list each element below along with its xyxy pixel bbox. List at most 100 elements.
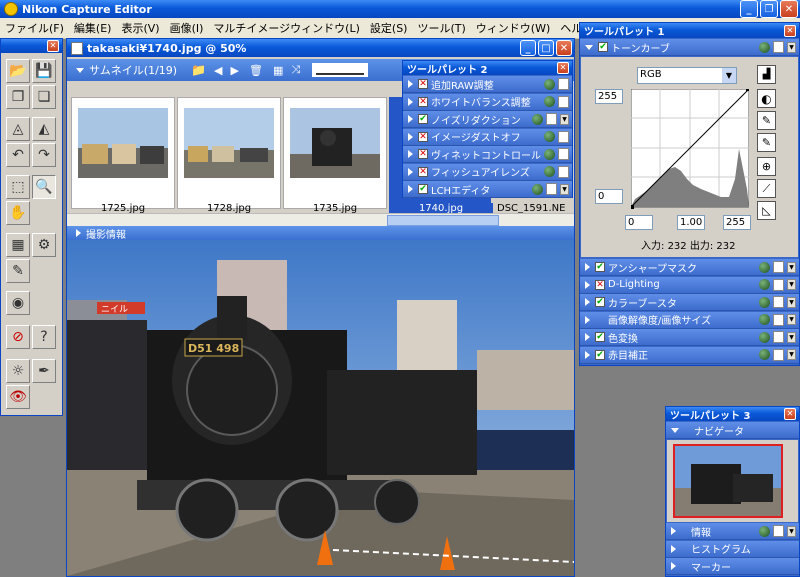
contrast-icon[interactable]: ◐	[757, 89, 776, 108]
disabled-checkbox[interactable]: ✕	[418, 166, 428, 177]
output-max-field[interactable]: 255	[595, 89, 623, 104]
camera-settings-icon[interactable]: ⚙	[32, 233, 56, 257]
settings-page-icon[interactable]	[773, 278, 784, 291]
palette-2-item[interactable]: ✕ イメージダストオフ	[403, 128, 572, 146]
reset-curve-icon[interactable]: ◺	[757, 201, 776, 220]
input-white-field[interactable]: 255	[723, 215, 751, 230]
next-image-icon[interactable]: ▶	[231, 64, 239, 77]
grid-view-icon[interactable]: ▦	[273, 64, 283, 77]
tool-window-close-button[interactable]: ✕	[47, 40, 59, 52]
doc-maximize-button[interactable]: □	[538, 40, 554, 56]
shuffle-icon[interactable]: ⤨	[291, 63, 300, 77]
rotate-right-icon[interactable]: ↷	[32, 143, 56, 167]
gray-eyedropper-icon[interactable]: ✎	[757, 133, 776, 152]
settings-page-icon[interactable]	[558, 130, 569, 143]
thumbnail-collapse-icon[interactable]	[76, 67, 84, 73]
dropdown-arrow-icon[interactable]: ▼	[787, 314, 796, 325]
tone-curve-checkbox[interactable]: ✔	[598, 42, 608, 52]
disabled-checkbox[interactable]: ✕	[595, 279, 605, 290]
no-entry-icon[interactable]: ⊘	[6, 325, 30, 349]
settings-page-icon[interactable]	[773, 41, 784, 53]
open-folder-icon[interactable]: 📂	[6, 59, 30, 83]
close-button[interactable]: ✕	[780, 0, 798, 18]
hand-icon[interactable]: ✋	[6, 201, 30, 225]
flip-vertical-icon[interactable]: ◭	[32, 117, 56, 141]
zoom-icon[interactable]: 🔍	[32, 175, 56, 199]
settings-page-icon[interactable]	[773, 313, 784, 326]
minimize-button[interactable]: _	[740, 0, 758, 18]
thumbnail-scrollbar[interactable]	[67, 213, 574, 226]
palette-2-item[interactable]: ✕ ホワイトバランス調整	[403, 93, 572, 111]
flip-horizontal-icon[interactable]: ◬	[6, 117, 30, 141]
menu-window[interactable]: ウィンドウ(W)	[471, 20, 555, 36]
chevron-down-icon[interactable]: ▼	[722, 68, 736, 83]
add-point-icon[interactable]: ⊕	[757, 157, 776, 176]
palette-1-item[interactable]: ✔ カラーブースタ ▼	[580, 294, 799, 311]
dropdown-arrow-icon[interactable]: ▼	[787, 279, 796, 290]
restore-button[interactable]: ❐	[760, 0, 778, 18]
menu-image[interactable]: 画像(I)	[165, 20, 209, 36]
settings-page-icon[interactable]	[558, 95, 569, 108]
enable-checkbox[interactable]: ✔	[595, 262, 605, 272]
dropdown-arrow-icon[interactable]: ▼	[787, 331, 796, 343]
palette-2-item[interactable]: ✕ ヴィネットコントロール	[403, 146, 572, 163]
settings-page-icon[interactable]	[773, 525, 784, 537]
trash-icon[interactable]: 🗑	[249, 64, 263, 77]
settings-page-icon[interactable]	[558, 148, 569, 160]
dropdown-arrow-icon[interactable]: ▼	[787, 349, 796, 360]
enable-checkbox[interactable]: ✔	[595, 332, 605, 342]
channel-select[interactable]: RGB ▼	[637, 67, 737, 84]
thumbnail-1725[interactable]	[71, 97, 175, 209]
palette-3-item[interactable]: 情報 ▼	[666, 523, 799, 540]
settings-page-icon[interactable]	[558, 165, 569, 178]
menu-settings[interactable]: 設定(S)	[365, 20, 413, 36]
navigator-header[interactable]: ナビゲータ	[666, 422, 799, 439]
thumbnail-size-slider[interactable]	[312, 63, 369, 77]
gamma-field[interactable]: 1.00	[677, 215, 705, 230]
red-eye-icon[interactable]: 👁	[6, 385, 30, 409]
menu-file[interactable]: ファイル(F)	[0, 20, 69, 36]
palette-1-item[interactable]: ✔ 赤目補正 ▼	[580, 346, 799, 364]
disabled-checkbox[interactable]: ✕	[418, 79, 428, 89]
help-question-icon[interactable]: ?	[32, 325, 56, 349]
output-min-field[interactable]: 0	[595, 189, 623, 204]
tone-curve-graph[interactable]	[631, 89, 749, 209]
linear-curve-icon[interactable]: ⟋	[757, 179, 776, 198]
settings-page-icon[interactable]	[773, 296, 784, 308]
menu-multi-image-window[interactable]: マルチイメージウィンドウ(L)	[208, 20, 365, 36]
black-eyedropper-icon[interactable]: ✎	[757, 111, 776, 130]
previous-image-icon[interactable]: ◀	[214, 64, 222, 77]
palette-2-close-button[interactable]: ✕	[557, 62, 569, 74]
dropdown-arrow-icon[interactable]: ▼	[787, 296, 796, 308]
dropdown-arrow-icon[interactable]: ▼	[560, 113, 569, 125]
thumbnail-1728[interactable]	[177, 97, 281, 209]
copy-icon[interactable]: ❐	[6, 85, 30, 109]
dropdown-arrow-icon[interactable]: ▼	[560, 183, 569, 195]
filmstrip-icon[interactable]: ▦	[6, 233, 30, 257]
color-picker-icon[interactable]: ✒	[32, 359, 56, 383]
settings-page-icon[interactable]	[773, 331, 784, 343]
palette-3-item[interactable]: マーカー	[666, 558, 799, 575]
palette-2-item[interactable]: ✕ フィッシュアイレンズ	[403, 163, 572, 181]
eye-display-icon[interactable]: ◉	[6, 291, 30, 315]
tone-curve-header[interactable]: ✔ トーンカーブ ▼	[580, 39, 799, 56]
menu-tools[interactable]: ツール(T)	[412, 20, 470, 36]
open-folder-icon[interactable]: 📁	[191, 63, 206, 77]
doc-minimize-button[interactable]: _	[520, 40, 536, 56]
palette-3-close-button[interactable]: ✕	[784, 408, 796, 420]
brightness-icon[interactable]: ☼	[6, 359, 30, 383]
palette-1-item[interactable]: 画像解像度/画像サイズ ▼	[580, 311, 799, 329]
save-icon[interactable]: 💾	[32, 59, 56, 83]
palette-1-close-button[interactable]: ✕	[784, 24, 796, 37]
auto-contrast-icon[interactable]: ▟	[757, 65, 776, 84]
palette-2-item[interactable]: ✕ 追加RAW調整	[403, 76, 572, 93]
disabled-checkbox[interactable]: ✕	[418, 131, 428, 142]
settings-page-icon[interactable]	[546, 113, 557, 125]
navigator-preview[interactable]	[673, 444, 783, 518]
enable-checkbox[interactable]: ✔	[418, 184, 428, 194]
menu-edit[interactable]: 編集(E)	[69, 20, 117, 36]
edit-list-icon[interactable]: ✎	[6, 259, 30, 283]
dropdown-arrow-icon[interactable]: ▼	[787, 261, 796, 273]
dropdown-arrow-icon[interactable]: ▼	[787, 525, 796, 537]
dropdown-arrow-icon[interactable]: ▼	[787, 41, 796, 53]
